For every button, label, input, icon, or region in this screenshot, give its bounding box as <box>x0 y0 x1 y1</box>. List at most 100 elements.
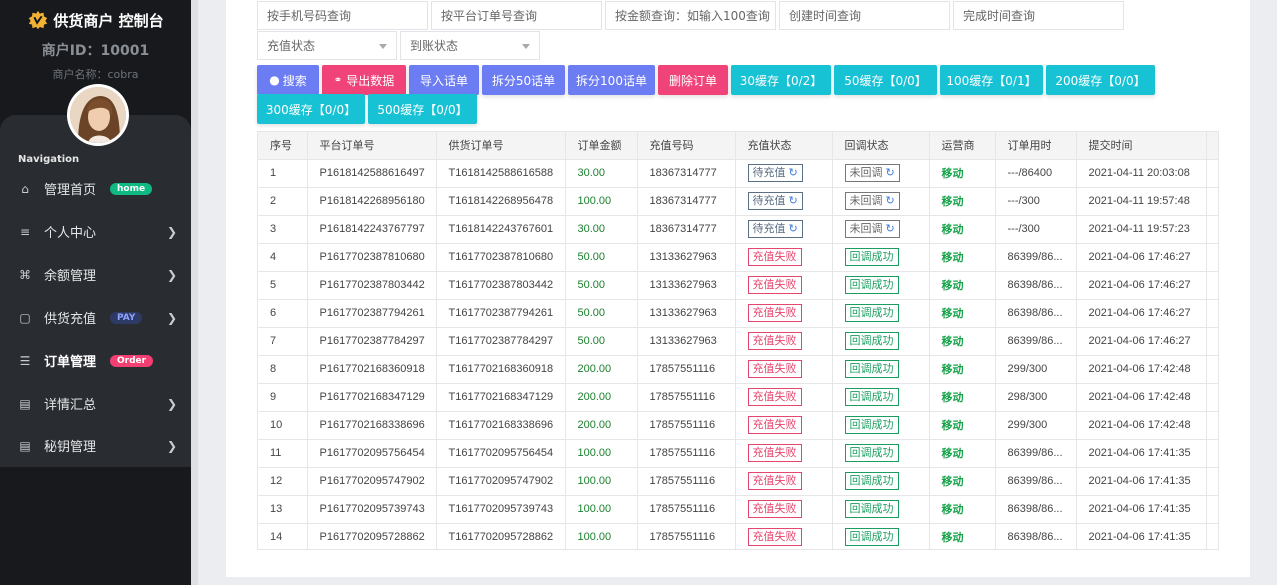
callback-status-badge[interactable]: 未回调 ↻ <box>844 220 900 238</box>
column-header[interactable]: 订单用时 <box>995 132 1077 160</box>
sidebar-item[interactable]: ⌂ 管理首页 home <box>0 167 191 210</box>
refresh-icon[interactable]: ↻ <box>886 193 895 209</box>
avatar[interactable] <box>67 84 129 146</box>
recharge-status-badge[interactable]: 充值失败 <box>747 472 802 490</box>
recharge-status-badge[interactable]: 充值失败 <box>747 388 802 406</box>
callback-status-badge[interactable]: 回调成功 <box>844 472 899 490</box>
column-header[interactable]: 回调状态 <box>832 132 930 160</box>
callback-status-badge[interactable]: 未回调 ↻ <box>844 164 900 182</box>
recharge-status-badge[interactable]: 待充值 ↻ <box>747 164 803 182</box>
table-row[interactable]: 2 P1618142268956180 T1618142268956478 100.0… <box>258 187 1218 216</box>
callback-status-badge[interactable]: 回调成功 <box>844 500 899 518</box>
sidebar-item[interactable]: ▢ 供货充值 PAY ❯ <box>0 296 191 339</box>
recharge-status-badge[interactable]: 待充值 ↻ <box>747 220 803 238</box>
table-row[interactable]: 14 P1617702095728862 T1617702095728862 100.… <box>258 523 1218 549</box>
callback-status-badge[interactable]: 回调成功 <box>844 444 899 462</box>
delete-order-button[interactable]: 删除订单 <box>658 65 728 95</box>
table-row[interactable]: 12 P1617702095747902 T1617702095747902 100.… <box>258 467 1218 496</box>
finished-time-input[interactable]: 完成时间查询 <box>953 1 1124 30</box>
cache30-button[interactable]: 30缓存【0/2】 <box>731 65 831 95</box>
cell-no: 7 <box>258 327 308 356</box>
table-row[interactable]: 6 P1617702387794261 T1617702387794261 50.00… <box>258 299 1218 328</box>
cell-callback: 回调成功 <box>832 327 930 356</box>
callback-status-badge[interactable]: 回调成功 <box>844 248 899 266</box>
cache50-button[interactable]: 50缓存【0/0】 <box>834 65 937 95</box>
recharge-status-badge[interactable]: 充值失败 <box>747 360 802 378</box>
column-header[interactable]: 运营商 <box>929 132 996 160</box>
layers-icon: ☰ <box>19 353 31 368</box>
phone-search-input[interactable]: 按手机号码查询 <box>257 1 428 30</box>
sidebar-item[interactable]: ☰ 订单管理 Order <box>0 339 191 382</box>
column-header[interactable]: 订单金额 <box>565 132 638 160</box>
cell-duration: 86398/86... <box>995 299 1077 328</box>
recharge-status-badge[interactable]: 充值失败 <box>747 276 802 294</box>
recharge-status-badge[interactable]: 充值失败 <box>747 528 802 546</box>
callback-status-badge[interactable]: 回调成功 <box>844 276 899 294</box>
sidebar-item[interactable]: ▤ 秘钥管理 ❯ <box>0 424 191 467</box>
sidebar-item-label: 供货充值 <box>44 312 97 327</box>
column-header[interactable]: 平台订单号 <box>307 132 437 160</box>
nav-badge: PAY <box>110 311 143 324</box>
search-button[interactable]: ● 搜索 <box>257 65 319 95</box>
refresh-icon[interactable]: ↻ <box>886 221 895 237</box>
cell-supply: T1617702095739743 <box>436 495 566 524</box>
recharge-status-badge[interactable]: 待充值 ↻ <box>747 192 803 210</box>
table-row[interactable]: 10 P1617702168338696 T1617702168338696 200.… <box>258 411 1218 440</box>
table-row[interactable]: 5 P1617702387803442 T1617702387803442 50.00… <box>258 271 1218 300</box>
recharge-status-badge[interactable]: 充值失败 <box>747 500 802 518</box>
callback-status-badge[interactable]: 回调成功 <box>844 360 899 378</box>
cell-submit: 2021-04-11 19:57:48 <box>1076 187 1207 216</box>
cache100-button[interactable]: 100缓存【0/1】 <box>940 65 1043 95</box>
refresh-icon[interactable]: ↻ <box>789 193 798 209</box>
created-time-input[interactable]: 创建时间查询 <box>779 1 950 30</box>
table-row[interactable]: 7 P1617702387784297 T1617702387784297 50.00… <box>258 327 1218 356</box>
callback-status-badge[interactable]: 未回调 ↻ <box>844 192 900 210</box>
callback-status-badge[interactable]: 回调成功 <box>844 388 899 406</box>
column-header[interactable]: 供货订单号 <box>436 132 566 160</box>
callback-status-badge[interactable]: 回调成功 <box>844 528 899 546</box>
platform-order-input[interactable]: 按平台订单号查询 <box>431 1 602 30</box>
table-row[interactable]: 3 P1618142243767797 T1618142243767601 30.00… <box>258 215 1218 244</box>
column-header[interactable]: 充值状态 <box>735 132 833 160</box>
cache300-button[interactable]: 300缓存【0/0】 <box>257 94 365 124</box>
refresh-icon[interactable]: ↻ <box>886 165 895 181</box>
recharge-status-badge[interactable]: 充值失败 <box>747 332 802 350</box>
recharge-status-badge[interactable]: 充值失败 <box>747 444 802 462</box>
cell-no: 4 <box>258 243 308 272</box>
table-row[interactable]: 9 P1617702168347129 T1617702168347129 200.0… <box>258 383 1218 412</box>
sidebar-scrollbar[interactable] <box>191 0 198 585</box>
import-button[interactable]: 导入话单 <box>409 65 479 95</box>
table-row[interactable]: 1 P1618142588616497 T1618142588616588 30.00… <box>258 159 1218 188</box>
cell-submit: 2021-04-06 17:42:48 <box>1076 383 1207 412</box>
callback-status-badge[interactable]: 回调成功 <box>844 304 899 322</box>
column-header[interactable]: 序号 <box>258 132 308 160</box>
split50-button[interactable]: 拆分50话单 <box>482 65 565 95</box>
table-row[interactable]: 4 P1617702387810680 T1617702387810680 50.00… <box>258 243 1218 272</box>
callback-status-badge[interactable]: 回调成功 <box>844 416 899 434</box>
recharge-status-badge[interactable]: 充值失败 <box>747 416 802 434</box>
table-row[interactable]: 8 P1617702168360918 T1617702168360918 200.0… <box>258 355 1218 384</box>
export-button[interactable]: ⚭ 导出数据 <box>322 65 406 95</box>
refresh-icon[interactable]: ↻ <box>789 165 798 181</box>
cache200-button[interactable]: 200缓存【0/0】 <box>1046 65 1155 95</box>
recharge-status-select[interactable]: 充值状态 <box>257 31 397 60</box>
column-header[interactable]: 提交时间 <box>1076 132 1207 160</box>
column-header[interactable]: 充值号码 <box>637 132 736 160</box>
recharge-status-badge[interactable]: 充值失败 <box>747 304 802 322</box>
callback-status-badge[interactable]: 回调成功 <box>844 332 899 350</box>
recharge-status-badge[interactable]: 充值失败 <box>747 248 802 266</box>
sidebar-item[interactable]: ≡ 个人中心 ❯ <box>0 210 191 253</box>
column-header[interactable]: I <box>1206 132 1218 160</box>
cell-amount: 100.00 <box>565 467 638 496</box>
split100-button[interactable]: 拆分100话单 <box>568 65 655 95</box>
sidebar-item-label: 详情汇总 <box>44 398 97 413</box>
sidebar-item[interactable]: ▤ 详情汇总 ❯ <box>0 382 191 425</box>
refresh-icon[interactable]: ↻ <box>789 221 798 237</box>
sidebar-item[interactable]: ⌘ 余额管理 ❯ <box>0 253 191 296</box>
amount-input[interactable]: 按金额查询：如输入100查询 <box>605 1 776 30</box>
cache500-button[interactable]: 500缓存【0/0】 <box>368 94 477 124</box>
table-row[interactable]: 13 P1617702095739743 T1617702095739743 100.… <box>258 495 1218 524</box>
table-row[interactable]: 11 P1617702095756454 T1617702095756454 100.… <box>258 439 1218 468</box>
cell-supply: T1617702387810680 <box>436 243 566 272</box>
arrival-status-select[interactable]: 到账状态 <box>400 31 540 60</box>
